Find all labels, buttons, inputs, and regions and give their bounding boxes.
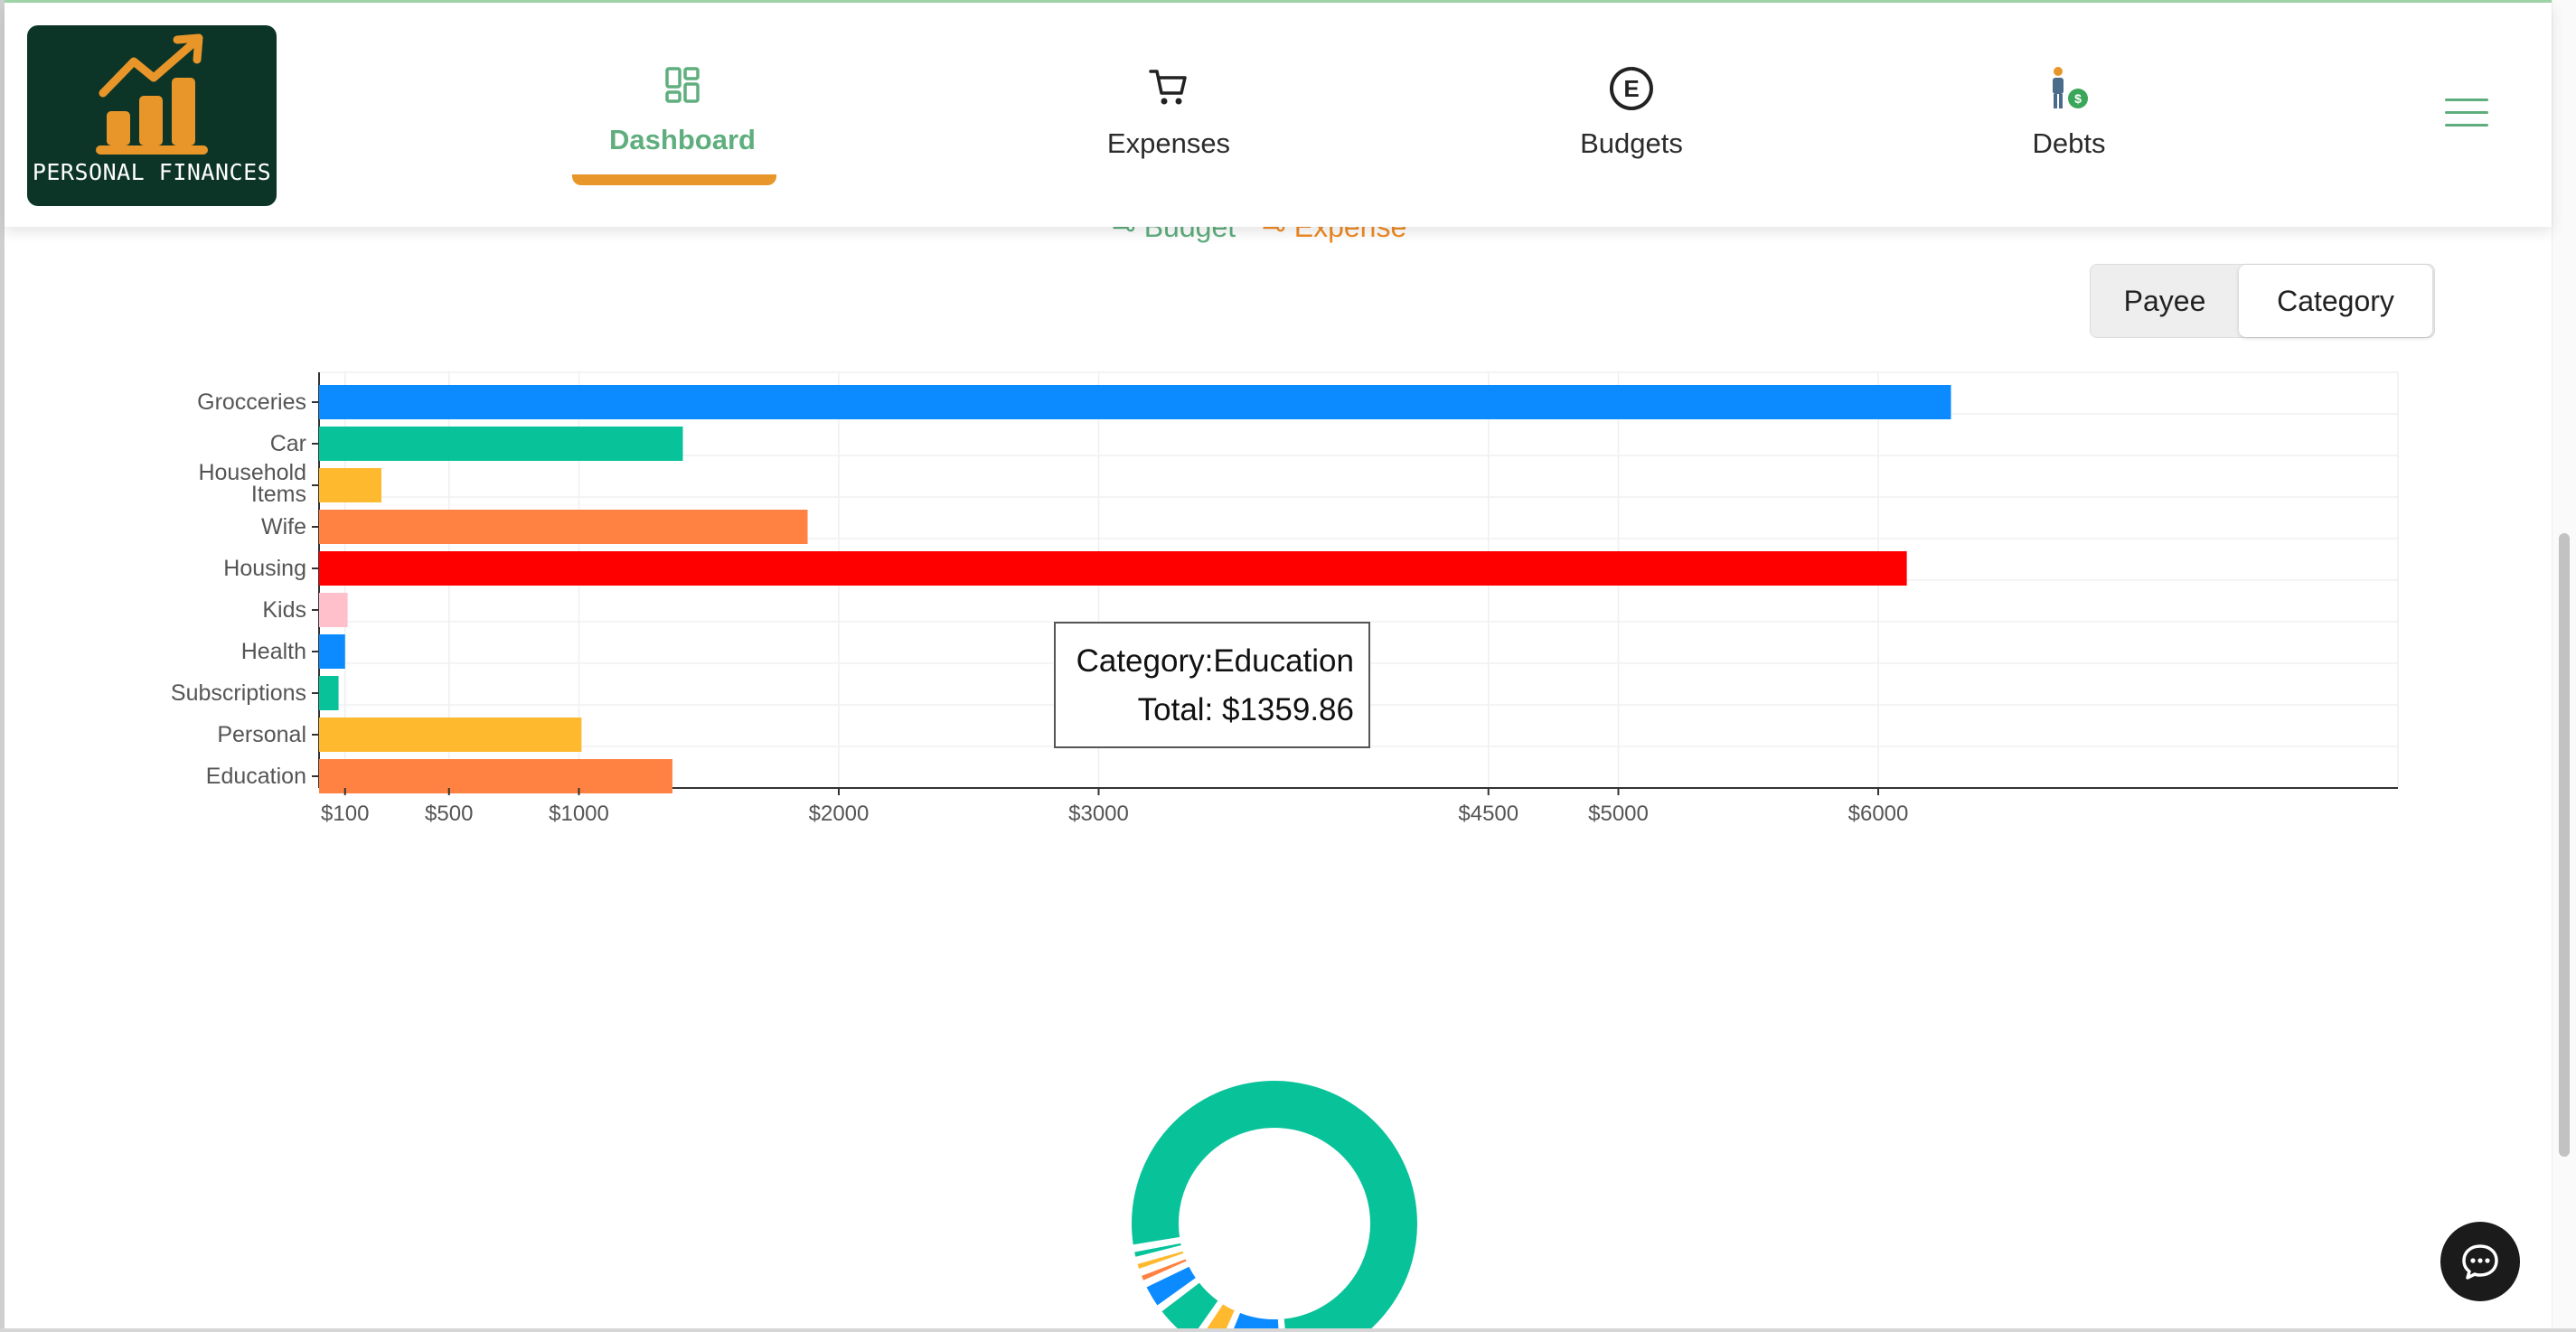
top-navigation-bar: PERSONAL FINANCES Dashboard Expenses E B…	[5, 3, 2552, 227]
hamburger-menu-button[interactable]	[2445, 98, 2488, 135]
y-tick-label: Household Items	[198, 460, 306, 507]
toggle-category-button[interactable]: Category	[2239, 265, 2432, 337]
toggle-payee-button[interactable]: Payee	[2091, 265, 2239, 337]
x-tick-label: $5000	[1588, 802, 1649, 826]
x-tick-label: $1000	[549, 802, 609, 826]
euro-circle-icon: E	[1609, 67, 1653, 110]
x-tick-label: $6000	[1848, 802, 1909, 826]
hamburger-menu-icon	[2445, 98, 2488, 101]
chat-button[interactable]	[2440, 1222, 2520, 1301]
y-tick-label: Education	[206, 764, 306, 789]
y-tick-label: Wife	[261, 514, 306, 539]
chat-bubble-icon	[2462, 1244, 2498, 1280]
app-logo[interactable]: PERSONAL FINANCES	[27, 25, 277, 206]
bar-education	[319, 759, 672, 793]
window-bottom-border	[0, 1328, 2576, 1332]
nav-budgets[interactable]: E Budgets	[1514, 3, 1749, 227]
bar-car	[319, 427, 683, 461]
nav-dashboard-label: Dashboard	[609, 124, 756, 155]
page-scrollbar[interactable]	[2552, 0, 2576, 1332]
y-tick-label: Subscriptions	[171, 680, 306, 706]
bar-health	[319, 634, 345, 669]
nav-debts-label: Debts	[2032, 127, 2106, 159]
chart-tooltip: Category:Education Total: $1359.86	[1054, 622, 1370, 748]
bar-household-items	[319, 468, 381, 502]
person-money-icon: $	[2053, 67, 2088, 108]
bar-kids	[319, 593, 348, 627]
shopping-cart-icon	[1149, 70, 1187, 105]
bar-wife	[319, 510, 808, 544]
x-tick-label: $2000	[809, 802, 870, 826]
x-tick-label: $3000	[1068, 802, 1129, 826]
y-tick-label: Housing	[223, 556, 306, 581]
svg-text:$: $	[2074, 91, 2082, 106]
y-tick-label: Health	[241, 639, 306, 664]
logo-text: PERSONAL FINANCES	[32, 159, 272, 185]
y-tick-label-line: Items	[251, 482, 306, 507]
bar-personal	[319, 718, 582, 752]
nav-expenses[interactable]: Expenses	[1051, 3, 1286, 227]
scrollbar-thumb[interactable]	[2559, 533, 2570, 1157]
nav-expenses-label: Expenses	[1106, 127, 1231, 159]
y-tick-label: Grocceries	[197, 389, 306, 415]
tooltip-category: Category:Education	[1076, 643, 1354, 679]
tooltip-total: Total: $1359.86	[1137, 692, 1354, 727]
nav-dashboard[interactable]: Dashboard	[565, 3, 800, 227]
y-tick-label: Car	[270, 431, 306, 456]
svg-text:E: E	[1623, 75, 1639, 102]
y-tick-label: Kids	[262, 597, 306, 623]
nav-budgets-label: Budgets	[1580, 127, 1683, 159]
nav-debts[interactable]: $ Debts	[1951, 3, 2186, 227]
category-donut-chart	[1128, 1077, 1421, 1332]
x-tick-label: $100	[321, 802, 369, 826]
group-by-toggle: Payee Category	[2090, 264, 2435, 338]
bar-grocceries	[319, 385, 1951, 419]
bar-housing	[319, 551, 1907, 586]
bar-subscriptions	[319, 676, 339, 710]
dashboard-grid-icon	[665, 67, 700, 103]
x-tick-label: $500	[425, 802, 473, 826]
x-tick-label: $4500	[1458, 802, 1518, 826]
y-tick-label: Personal	[217, 722, 306, 747]
category-bar-chart: Grocceries Car Household Items Wife Housing Ki…	[171, 371, 2399, 826]
